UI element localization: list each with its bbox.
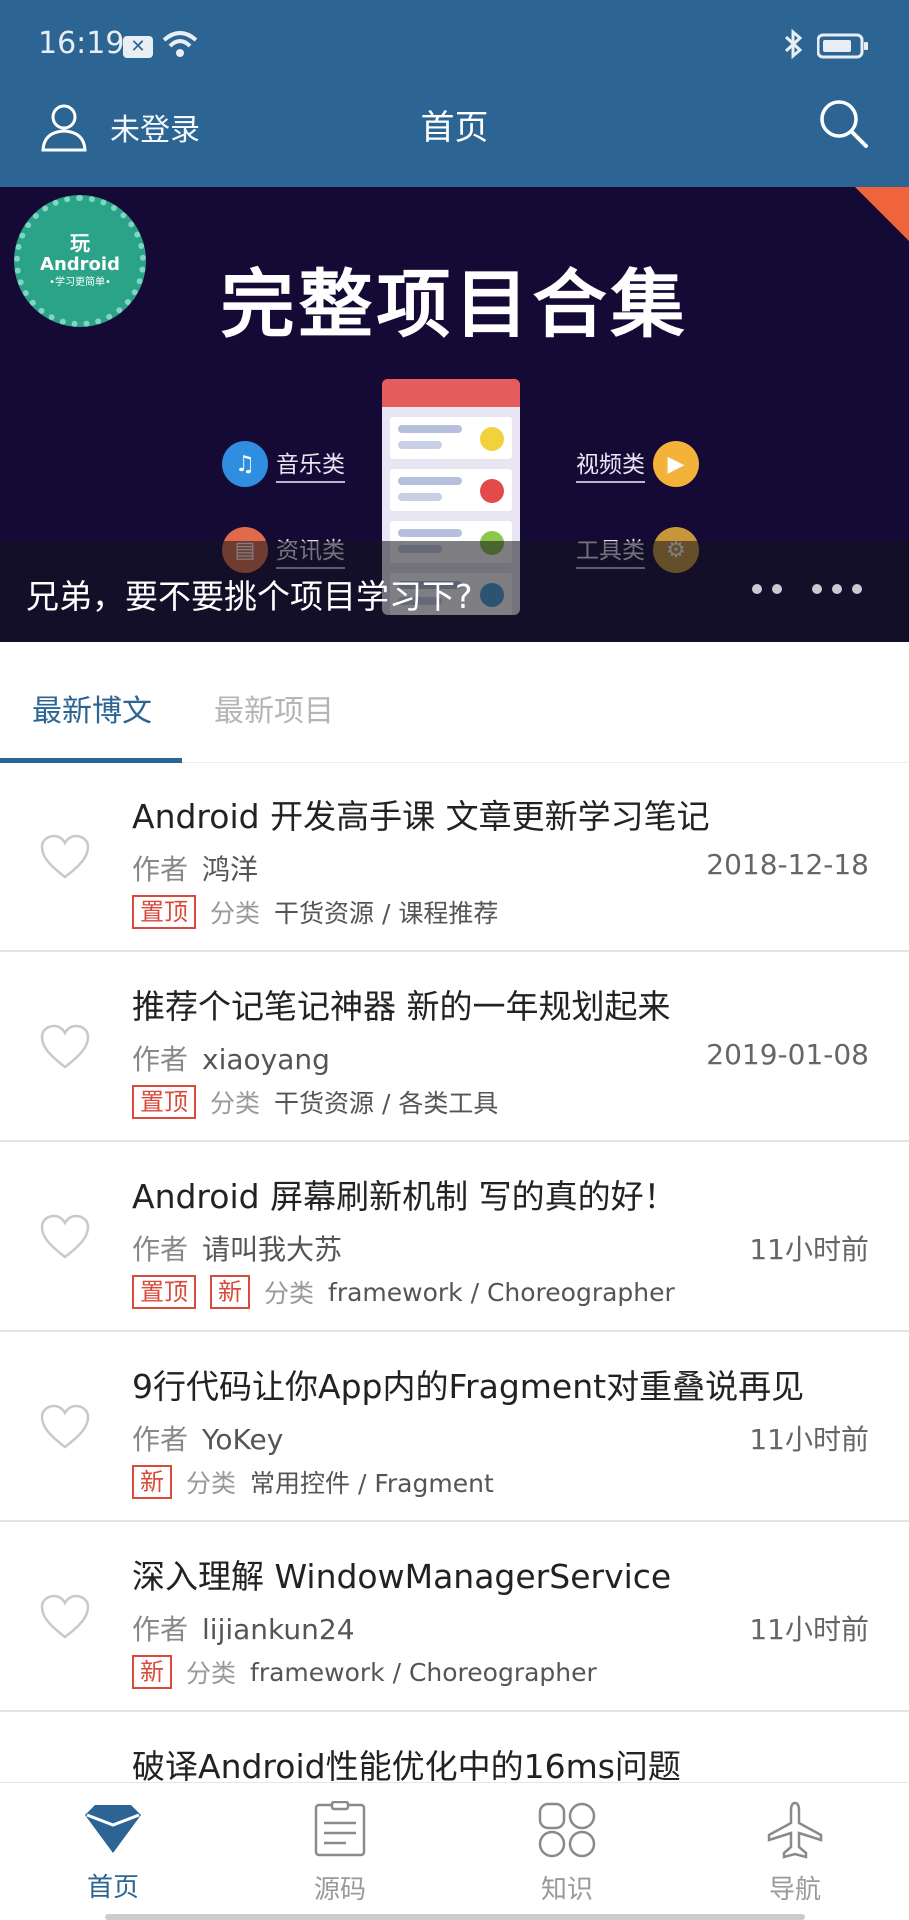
nav-knowledge[interactable]: 知识	[507, 1801, 627, 1906]
carousel-dot[interactable]	[832, 584, 842, 594]
nav-source-label: 源码	[313, 1875, 366, 1905]
article-author: 作者 xiaoyang	[132, 1043, 330, 1076]
category-label: 分类	[186, 1469, 237, 1498]
article-author: 作者 鸿洋	[132, 853, 259, 886]
carousel-dot[interactable]	[812, 584, 822, 594]
article-title[interactable]: Android 屏幕刷新机制 写的真的好！	[132, 1170, 677, 1218]
nav-source[interactable]: 源码	[280, 1801, 400, 1906]
article-meta: 置顶 新 分类 framework / Choreographer	[132, 1274, 675, 1310]
nav-home-label: 首页	[86, 1873, 139, 1903]
content-tabs: 最新博文 最新项目	[0, 642, 909, 763]
article-date: 11小时前	[749, 1423, 869, 1456]
status-time: 16:19	[38, 26, 125, 61]
article-author: 作者 请叫我大苏	[132, 1233, 343, 1266]
article-category[interactable]: 干货资源 / 课程推荐	[274, 894, 498, 930]
article-date: 2018-12-18	[706, 848, 869, 881]
heart-icon[interactable]	[40, 1404, 90, 1450]
article-list: Android 开发高手课 文章更新学习笔记 作者 鸿洋 2018-12-18 置…	[0, 762, 909, 1902]
heart-icon[interactable]	[40, 1024, 90, 1070]
nav-knowledge-label: 知识	[540, 1875, 593, 1905]
article-author: 作者 YoKey	[132, 1423, 284, 1456]
article-meta: 置顶 分类 干货资源 / 课程推荐	[132, 894, 498, 930]
article-category[interactable]: 干货资源 / 各类工具	[274, 1084, 498, 1120]
banner-category-music: ♫ 音乐类	[222, 441, 353, 487]
article-date: 2019-01-08	[706, 1038, 869, 1071]
banner-carousel[interactable]: 玩 Android •学习更简单• 完整项目合集 ♫ 音乐类 视频类 ▶ ▤ 资…	[0, 187, 909, 642]
user-icon	[41, 104, 87, 152]
article-item[interactable]: Android 开发高手课 文章更新学习笔记 作者 鸿洋 2018-12-18 置…	[0, 762, 909, 952]
heart-icon[interactable]	[40, 1214, 90, 1260]
banner-category-video: 视频类 ▶	[568, 441, 699, 487]
article-category[interactable]: framework / Choreographer	[328, 1278, 675, 1307]
tag-new: 新	[132, 1655, 172, 1689]
battery-icon	[817, 33, 868, 59]
banner-corner-decoration	[855, 187, 909, 241]
carousel-dot-active[interactable]	[792, 584, 802, 594]
category-label: 分类	[264, 1279, 315, 1308]
article-item[interactable]: 深入理解 WindowManagerService 作者 lijiankun24 …	[0, 1522, 909, 1712]
music-note-icon: ♫	[222, 441, 268, 487]
status-bar: 16:19 ✕	[0, 0, 909, 94]
clipboard-icon	[314, 1801, 366, 1857]
article-title[interactable]: 推荐个记笔记神器 新的一年规划起来	[132, 980, 671, 1028]
carousel-dot[interactable]	[852, 584, 862, 594]
article-date: 11小时前	[749, 1613, 869, 1646]
wifi-icon	[162, 31, 198, 57]
article-title[interactable]: 9行代码让你App内的Fragment对重叠说再见	[132, 1360, 804, 1408]
category-label: 分类	[186, 1659, 237, 1688]
nav-home[interactable]: 首页	[53, 1801, 173, 1904]
article-author: 作者 lijiankun24	[132, 1613, 355, 1646]
article-item[interactable]: 推荐个记笔记神器 新的一年规划起来 作者 xiaoyang 2019-01-08 …	[0, 952, 909, 1142]
banner-caption: 兄弟，要不要挑个项目学习下?	[26, 577, 473, 616]
tag-pinned: 置顶	[132, 895, 196, 929]
article-meta: 新 分类 常用控件 / Fragment	[132, 1464, 494, 1500]
article-meta: 置顶 分类 干货资源 / 各类工具	[132, 1084, 498, 1120]
login-button[interactable]: 未登录	[40, 94, 200, 160]
article-title[interactable]: 破译Android性能优化中的16ms问题	[132, 1740, 681, 1788]
carousel-dot[interactable]	[752, 584, 762, 594]
article-meta: 新 分类 framework / Choreographer	[132, 1654, 597, 1690]
tag-pinned: 置顶	[132, 1275, 196, 1309]
category-label: 分类	[210, 899, 261, 928]
article-item[interactable]: Android 屏幕刷新机制 写的真的好！ 作者 请叫我大苏 11小时前 置顶 新…	[0, 1142, 909, 1332]
tag-new: 新	[210, 1275, 250, 1309]
nav-navigation-label: 导航	[768, 1875, 821, 1905]
article-category[interactable]: 常用控件 / Fragment	[250, 1464, 494, 1500]
carousel-dot[interactable]	[772, 584, 782, 594]
heart-icon[interactable]	[40, 1594, 90, 1640]
category-label: 分类	[210, 1089, 261, 1118]
bottom-navigation: 首页 源码 知识 导航	[0, 1782, 909, 1920]
tab-latest-projects[interactable]: 最新项目	[214, 686, 334, 730]
carousel-indicator	[752, 584, 862, 594]
airplane-icon	[767, 1801, 823, 1859]
article-item[interactable]: 9行代码让你App内的Fragment对重叠说再见 作者 YoKey 11小时前 …	[0, 1332, 909, 1522]
article-title[interactable]: Android 开发高手课 文章更新学习笔记	[132, 790, 710, 838]
article-category[interactable]: framework / Choreographer	[250, 1658, 597, 1687]
bluetooth-icon	[784, 28, 803, 60]
search-icon[interactable]	[816, 96, 870, 150]
tag-new: 新	[132, 1465, 172, 1499]
article-title[interactable]: 深入理解 WindowManagerService	[132, 1550, 671, 1598]
tag-pinned: 置顶	[132, 1085, 196, 1119]
nav-navigation[interactable]: 导航	[735, 1801, 855, 1906]
banner-title: 完整项目合集	[220, 262, 689, 348]
home-diamond-icon	[85, 1805, 141, 1853]
home-indicator[interactable]	[105, 1914, 805, 1920]
heart-icon[interactable]	[40, 834, 90, 880]
close-badge-icon: ✕	[123, 36, 153, 58]
grid-circles-icon	[538, 1802, 596, 1858]
tab-latest-articles[interactable]: 最新博文	[32, 686, 152, 730]
login-label: 未登录	[110, 113, 200, 148]
app-header: 16:19 ✕ 未登录 首页	[0, 0, 909, 187]
article-date: 11小时前	[749, 1233, 869, 1266]
video-play-icon: ▶	[653, 441, 699, 487]
top-nav: 未登录 首页	[0, 94, 909, 187]
